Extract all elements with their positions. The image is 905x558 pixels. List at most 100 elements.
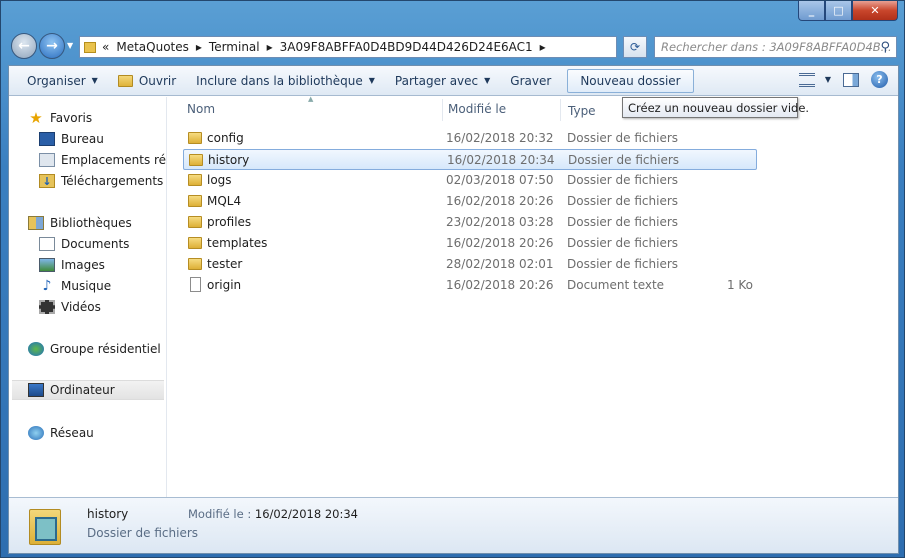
file-row-tester[interactable]: tester 28/02/2018 02:01 Dossier de fichier… — [183, 254, 757, 275]
sidebar-label: Bureau — [61, 132, 104, 146]
sidebar-item-libraries[interactable]: Bibliothèques — [28, 213, 166, 233]
details-file-type: Dossier de fichiers — [87, 526, 199, 540]
column-header-modified[interactable]: Modifié le — [448, 102, 506, 116]
file-row-templates[interactable]: templates 16/02/2018 20:26 Dossier de fich… — [183, 233, 757, 254]
file-type: Dossier de fichiers — [567, 131, 679, 145]
sidebar-item-homegroup[interactable]: Groupe résidentiel — [28, 339, 166, 359]
change-view-button[interactable]: ▼ — [798, 72, 831, 87]
sidebar-item-pictures[interactable]: Images — [39, 255, 166, 275]
sidebar-label: Musique — [61, 279, 112, 293]
new-folder-button[interactable]: Nouveau dossier — [567, 68, 694, 93]
explorer-window: _ □ ✕ ← → ▼ « MetaQuotes ▸ Terminal ▸ 3A… — [0, 0, 905, 558]
column-header-name[interactable]: Nom — [187, 102, 215, 116]
details-modified-label: Modifié le : — [188, 507, 252, 521]
downloads-icon: ↓ — [39, 174, 55, 188]
file-date: 28/02/2018 02:01 — [446, 257, 554, 271]
open-label: Ouvrir — [138, 73, 177, 88]
file-date: 16/02/2018 20:26 — [446, 194, 554, 208]
sidebar-item-downloads[interactable]: ↓ Téléchargements — [39, 171, 166, 191]
file-date: 02/03/2018 07:50 — [446, 173, 554, 187]
file-type: Dossier de fichiers — [568, 153, 680, 167]
maximize-button[interactable]: □ — [825, 1, 852, 21]
file-row-origin[interactable]: origin 16/02/2018 20:26 Document texte 1 Ko — [183, 275, 757, 296]
sidebar-item-music[interactable]: ♪ Musique — [39, 276, 166, 296]
file-type: Dossier de fichiers — [567, 194, 679, 208]
file-row-config[interactable]: config 16/02/2018 20:32 Dossier de fichier… — [183, 128, 757, 149]
breadcrumb-metaquotes[interactable]: MetaQuotes — [116, 40, 189, 54]
sidebar-item-network[interactable]: Réseau — [28, 423, 166, 443]
breadcrumb-separator[interactable]: ▸ — [267, 40, 273, 54]
folder-preview-icon — [27, 503, 63, 547]
sort-ascending-icon: ▲ — [308, 95, 314, 103]
share-with-button[interactable]: Partager avec ▼ — [385, 69, 500, 93]
refresh-icon: ⟳ — [629, 40, 641, 54]
new-folder-label: Nouveau dossier — [580, 73, 681, 88]
sidebar-item-computer[interactable]: Ordinateur — [12, 380, 164, 400]
folder-icon — [188, 174, 202, 186]
file-type: Document texte — [567, 278, 665, 292]
preview-pane-icon[interactable] — [843, 72, 859, 87]
folder-icon — [188, 258, 202, 270]
computer-icon — [28, 383, 44, 397]
minimize-button[interactable]: _ — [798, 1, 825, 21]
view-controls: ▼ ? — [798, 71, 888, 88]
file-name: tester — [207, 257, 243, 271]
folder-icon — [188, 132, 202, 144]
file-name: templates — [207, 236, 268, 250]
homegroup-icon — [28, 342, 44, 356]
address-overflow-chevron[interactable]: « — [102, 40, 109, 54]
chevron-down-icon: ▼ — [91, 76, 98, 85]
new-folder-tooltip: Créez un nouveau dossier vide. — [622, 97, 809, 118]
sidebar-item-desktop[interactable]: Bureau — [39, 129, 166, 149]
back-button[interactable]: ← — [11, 33, 37, 59]
breadcrumb-terminal-id[interactable]: 3A09F8ABFFA0D4BD9D44D426D24E6AC1 — [280, 40, 533, 54]
chevron-down-icon: ▼ — [484, 76, 491, 85]
sidebar-item-documents[interactable]: Documents — [39, 234, 166, 254]
file-name: history — [208, 153, 250, 167]
search-input[interactable]: Rechercher dans : 3A09F8ABFFA0D4B... ⚲ — [654, 36, 897, 58]
file-date: 16/02/2018 20:26 — [446, 236, 554, 250]
file-name: MQL4 — [207, 194, 242, 208]
file-name: logs — [207, 173, 232, 187]
burn-label: Graver — [510, 73, 552, 88]
breadcrumb-separator[interactable]: ▸ — [196, 40, 202, 54]
file-row-mql4[interactable]: MQL4 16/02/2018 20:26 Dossier de fichiers — [183, 191, 757, 212]
column-divider[interactable] — [560, 99, 561, 121]
breadcrumb-terminal[interactable]: Terminal — [209, 40, 260, 54]
organize-button[interactable]: Organiser ▼ — [9, 69, 108, 93]
open-button[interactable]: Ouvrir — [108, 69, 186, 93]
refresh-button[interactable]: ⟳ — [623, 36, 647, 58]
column-header-type[interactable]: Type — [568, 104, 596, 118]
file-row-profiles[interactable]: profiles 23/02/2018 03:28 Dossier de fichi… — [183, 212, 757, 233]
help-icon[interactable]: ? — [871, 71, 888, 88]
file-type: Dossier de fichiers — [567, 215, 679, 229]
sidebar-label: Documents — [61, 237, 130, 251]
sidebar-label: Ordinateur — [50, 383, 115, 397]
file-row-logs[interactable]: logs 02/03/2018 07:50 Dossier de fichiers — [183, 170, 757, 191]
burn-button[interactable]: Graver — [500, 69, 561, 93]
file-row-history[interactable]: history 16/02/2018 20:34 Dossier de fichie… — [183, 149, 757, 170]
file-date: 23/02/2018 03:28 — [446, 215, 554, 229]
file-name: origin — [207, 278, 242, 292]
column-divider[interactable] — [442, 99, 443, 121]
navigation-bar: ← → ▼ « MetaQuotes ▸ Terminal ▸ 3A09F8AB… — [9, 32, 899, 62]
file-type: Dossier de fichiers — [567, 257, 679, 271]
forward-button[interactable]: → — [39, 33, 65, 59]
search-placeholder: Rechercher dans : 3A09F8ABFFA0D4B... — [661, 40, 892, 54]
sidebar-label: Images — [61, 258, 105, 272]
breadcrumb-separator[interactable]: ▸ — [540, 40, 546, 54]
organize-label: Organiser — [27, 73, 86, 88]
close-button[interactable]: ✕ — [852, 1, 898, 21]
include-in-library-button[interactable]: Inclure dans la bibliothèque ▼ — [186, 69, 385, 93]
sidebar-item-videos[interactable]: Vidéos — [39, 297, 166, 317]
chevron-down-icon: ▼ — [368, 76, 375, 85]
sidebar-item-favorites[interactable]: ★ Favoris — [28, 108, 166, 128]
sidebar-item-recent-places[interactable]: Emplacements récen — [39, 150, 166, 170]
folder-icon — [84, 41, 96, 53]
details-file-name: history — [87, 507, 129, 521]
include-label: Inclure dans la bibliothèque — [196, 73, 363, 88]
file-date: 16/02/2018 20:32 — [446, 131, 554, 145]
search-icon[interactable]: ⚲ — [880, 40, 890, 55]
address-bar[interactable]: « MetaQuotes ▸ Terminal ▸ 3A09F8ABFFA0D4… — [79, 36, 617, 58]
recent-pages-dropdown[interactable]: ▼ — [67, 41, 73, 50]
